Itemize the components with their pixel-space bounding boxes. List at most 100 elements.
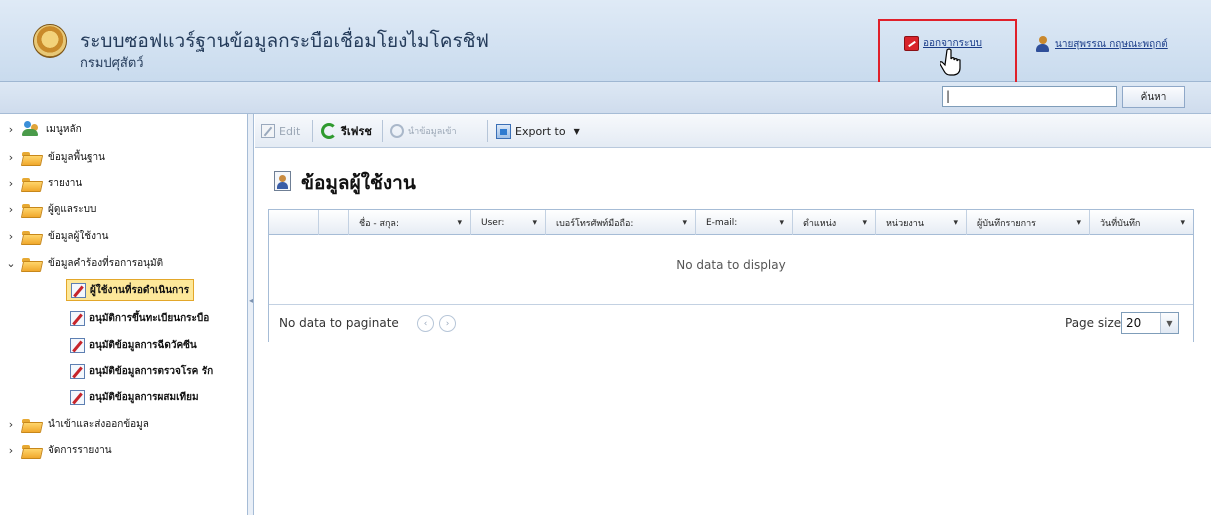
sidebar-item-import-export[interactable]: › นำเข้าและส่งออกข้อมูล bbox=[0, 413, 149, 435]
chevron-right-icon[interactable]: › bbox=[0, 151, 22, 164]
page-size-label: Page size: bbox=[1065, 316, 1126, 330]
sidebar-item-label: รายงาน bbox=[48, 177, 83, 189]
folder-icon bbox=[22, 257, 40, 270]
filter-icon[interactable]: ▾ bbox=[532, 218, 537, 228]
sidebar-subitem-approve-registration[interactable]: อนุมัติการขึ้นทะเบียนกระบือ bbox=[66, 307, 209, 329]
import-icon bbox=[390, 124, 404, 138]
column-header-label: ตำแหน่ง bbox=[803, 218, 837, 229]
filter-icon[interactable]: ▾ bbox=[1180, 218, 1185, 228]
sidebar-item-label: ข้อมูลผู้ใช้งาน bbox=[48, 230, 109, 242]
export-icon bbox=[496, 123, 511, 139]
sidebar-item-main-menu[interactable]: › เมนูหลัก bbox=[0, 118, 82, 140]
chevron-down-icon[interactable]: ▼ bbox=[1160, 313, 1178, 333]
prev-page-icon[interactable]: ‹ bbox=[417, 315, 434, 332]
next-page-icon[interactable]: › bbox=[439, 315, 456, 332]
toolbar-divider bbox=[487, 120, 488, 142]
folder-icon bbox=[22, 230, 40, 243]
column-header-user[interactable]: User: ▾ bbox=[471, 210, 546, 235]
sidebar-subitem-approve-insemination[interactable]: อนุมัติข้อมูลการผสมเทียม bbox=[66, 386, 199, 408]
sidebar-item-label: นำเข้าและส่งออกข้อมูล bbox=[48, 418, 149, 430]
search-input-value: | bbox=[946, 89, 951, 103]
edit-form-icon bbox=[70, 363, 85, 379]
toolbar-divider bbox=[312, 120, 313, 142]
search-input[interactable]: | bbox=[942, 86, 1117, 107]
column-header-department[interactable]: หน่วยงาน ▾ bbox=[876, 210, 967, 235]
folder-icon bbox=[22, 203, 40, 216]
sidebar-item-label: ผู้ดูแลระบบ bbox=[48, 203, 97, 215]
grid-select-column bbox=[319, 210, 349, 235]
chevron-right-icon[interactable]: › bbox=[0, 203, 22, 216]
chevron-right-icon[interactable]: › bbox=[0, 123, 22, 136]
sidebar-item-admin[interactable]: › ผู้ดูแลระบบ bbox=[0, 198, 97, 220]
column-header-label: ผู้บันทึกรายการ bbox=[977, 218, 1037, 229]
import-button[interactable]: นำข้อมูลเข้า bbox=[390, 122, 457, 140]
filter-icon[interactable]: ▾ bbox=[779, 218, 784, 228]
filter-icon[interactable]: ▾ bbox=[682, 218, 687, 228]
sidebar-subitem-approve-vaccination[interactable]: อนุมัติข้อมูลการฉีดวัคซีน bbox=[66, 334, 197, 356]
chevron-right-icon[interactable]: › bbox=[0, 177, 22, 190]
sidebar-item-reports[interactable]: › รายงาน bbox=[0, 172, 82, 194]
sidebar-item-user-data[interactable]: › ข้อมูลผู้ใช้งาน bbox=[0, 225, 109, 247]
sidebar-item-label: จัดการรายงาน bbox=[48, 444, 112, 456]
sidebar-subitem-label: อนุมัติข้อมูลการผสมเทียม bbox=[89, 391, 199, 403]
sidebar-item-manage-reports[interactable]: › จัดการรายงาน bbox=[0, 439, 112, 461]
edit-form-icon bbox=[70, 389, 85, 405]
user-profile-link[interactable]: นายสุพรรณ กฤษณะพฤกต์ bbox=[1035, 36, 1168, 52]
sidebar-item-label: ข้อมูลคำร้องที่รอการอนุมัติ bbox=[48, 257, 164, 269]
chevron-right-icon[interactable]: › bbox=[0, 444, 22, 457]
column-header-recorder[interactable]: ผู้บันทึกรายการ ▾ bbox=[967, 210, 1090, 235]
sidebar-subitem-label: อนุมัติข้อมูลการตรวจโรค รัก bbox=[89, 365, 214, 377]
page-title: ข้อมูลผู้ใช้งาน bbox=[301, 172, 416, 194]
grid-header: ชื่อ - สกุล: ▾ User: ▾ เบอร์โทรศัพท์มือถ… bbox=[269, 210, 1193, 235]
filter-icon[interactable]: ▾ bbox=[1076, 218, 1081, 228]
user-icon bbox=[1035, 36, 1051, 52]
export-dropdown[interactable]: Export to ▼ bbox=[496, 122, 580, 140]
users-group-icon bbox=[22, 121, 40, 137]
logout-icon bbox=[904, 36, 919, 51]
column-header-label: หน่วยงาน bbox=[886, 218, 925, 229]
filter-icon[interactable]: ▾ bbox=[862, 218, 867, 228]
pager-status: No data to paginate bbox=[279, 316, 399, 330]
chevron-right-icon[interactable]: › bbox=[0, 418, 22, 431]
column-header-label: วันที่บันทึก bbox=[1100, 218, 1141, 229]
refresh-button[interactable]: รีเฟรช bbox=[321, 122, 372, 140]
app-subtitle: กรมปศุสัตว์ bbox=[80, 56, 144, 71]
import-label: นำข้อมูลเข้า bbox=[408, 127, 457, 137]
users-grid: ชื่อ - สกุล: ▾ User: ▾ เบอร์โทรศัพท์มือถ… bbox=[268, 209, 1194, 342]
chevron-down-icon[interactable]: ⌄ bbox=[0, 257, 22, 270]
column-header-record-date[interactable]: วันที่บันทึก ▾ bbox=[1090, 210, 1193, 235]
refresh-icon bbox=[321, 123, 337, 139]
column-header-position[interactable]: ตำแหน่ง ▾ bbox=[793, 210, 876, 235]
sidebar-item-label: ข้อมูลพื้นฐาน bbox=[48, 151, 105, 163]
edit-button[interactable]: Edit bbox=[261, 122, 300, 140]
page-size-select[interactable]: 20 ▼ bbox=[1121, 312, 1179, 334]
refresh-label: รีเฟรช bbox=[341, 125, 372, 138]
sidebar-item-pending-requests[interactable]: ⌄ ข้อมูลคำร้องที่รอการอนุมัติ bbox=[0, 252, 163, 274]
sidebar-subitem-approve-disease-check[interactable]: อนุมัติข้อมูลการตรวจโรค รัก bbox=[66, 360, 213, 382]
user-name[interactable]: นายสุพรรณ กฤษณะพฤกต์ bbox=[1055, 37, 1168, 52]
edit-icon bbox=[261, 124, 275, 138]
sidebar-subitem-label: ผู้ใช้งานที่รอดำเนินการ bbox=[90, 284, 190, 296]
folder-icon bbox=[22, 444, 40, 457]
export-label: Export to bbox=[515, 124, 566, 138]
user-card-icon bbox=[274, 171, 291, 191]
collapse-arrow-icon[interactable]: ◂ bbox=[249, 296, 253, 326]
folder-icon bbox=[22, 418, 40, 431]
column-header-name[interactable]: ชื่อ - สกุล: ▾ bbox=[349, 210, 471, 235]
grid-command-column bbox=[269, 210, 319, 235]
empty-message: No data to display bbox=[676, 258, 786, 272]
app-header: ระบบซอฟแวร์ฐานข้อมูลกระบือเชื่อมโยงไมโคร… bbox=[0, 0, 1211, 87]
filter-icon[interactable]: ▾ bbox=[457, 218, 462, 228]
column-header-label: E-mail: bbox=[706, 217, 738, 228]
filter-icon[interactable]: ▾ bbox=[953, 218, 958, 228]
folder-icon bbox=[22, 151, 40, 164]
sidebar-item-basic-data[interactable]: › ข้อมูลพื้นฐาน bbox=[0, 146, 105, 168]
grid-pager: No data to paginate ‹ › Page size: 20 ▼ bbox=[269, 304, 1193, 342]
column-header-phone[interactable]: เบอร์โทรศัพท์มือถือ: ▾ bbox=[546, 210, 696, 235]
column-header-email[interactable]: E-mail: ▾ bbox=[696, 210, 793, 235]
search-button[interactable]: ค้นหา bbox=[1122, 86, 1185, 108]
chevron-right-icon[interactable]: › bbox=[0, 230, 22, 243]
toolbar-divider bbox=[382, 120, 383, 142]
sidebar-subitem-pending-users[interactable]: ผู้ใช้งานที่รอดำเนินการ bbox=[66, 279, 195, 301]
hand-cursor-icon bbox=[940, 48, 961, 76]
